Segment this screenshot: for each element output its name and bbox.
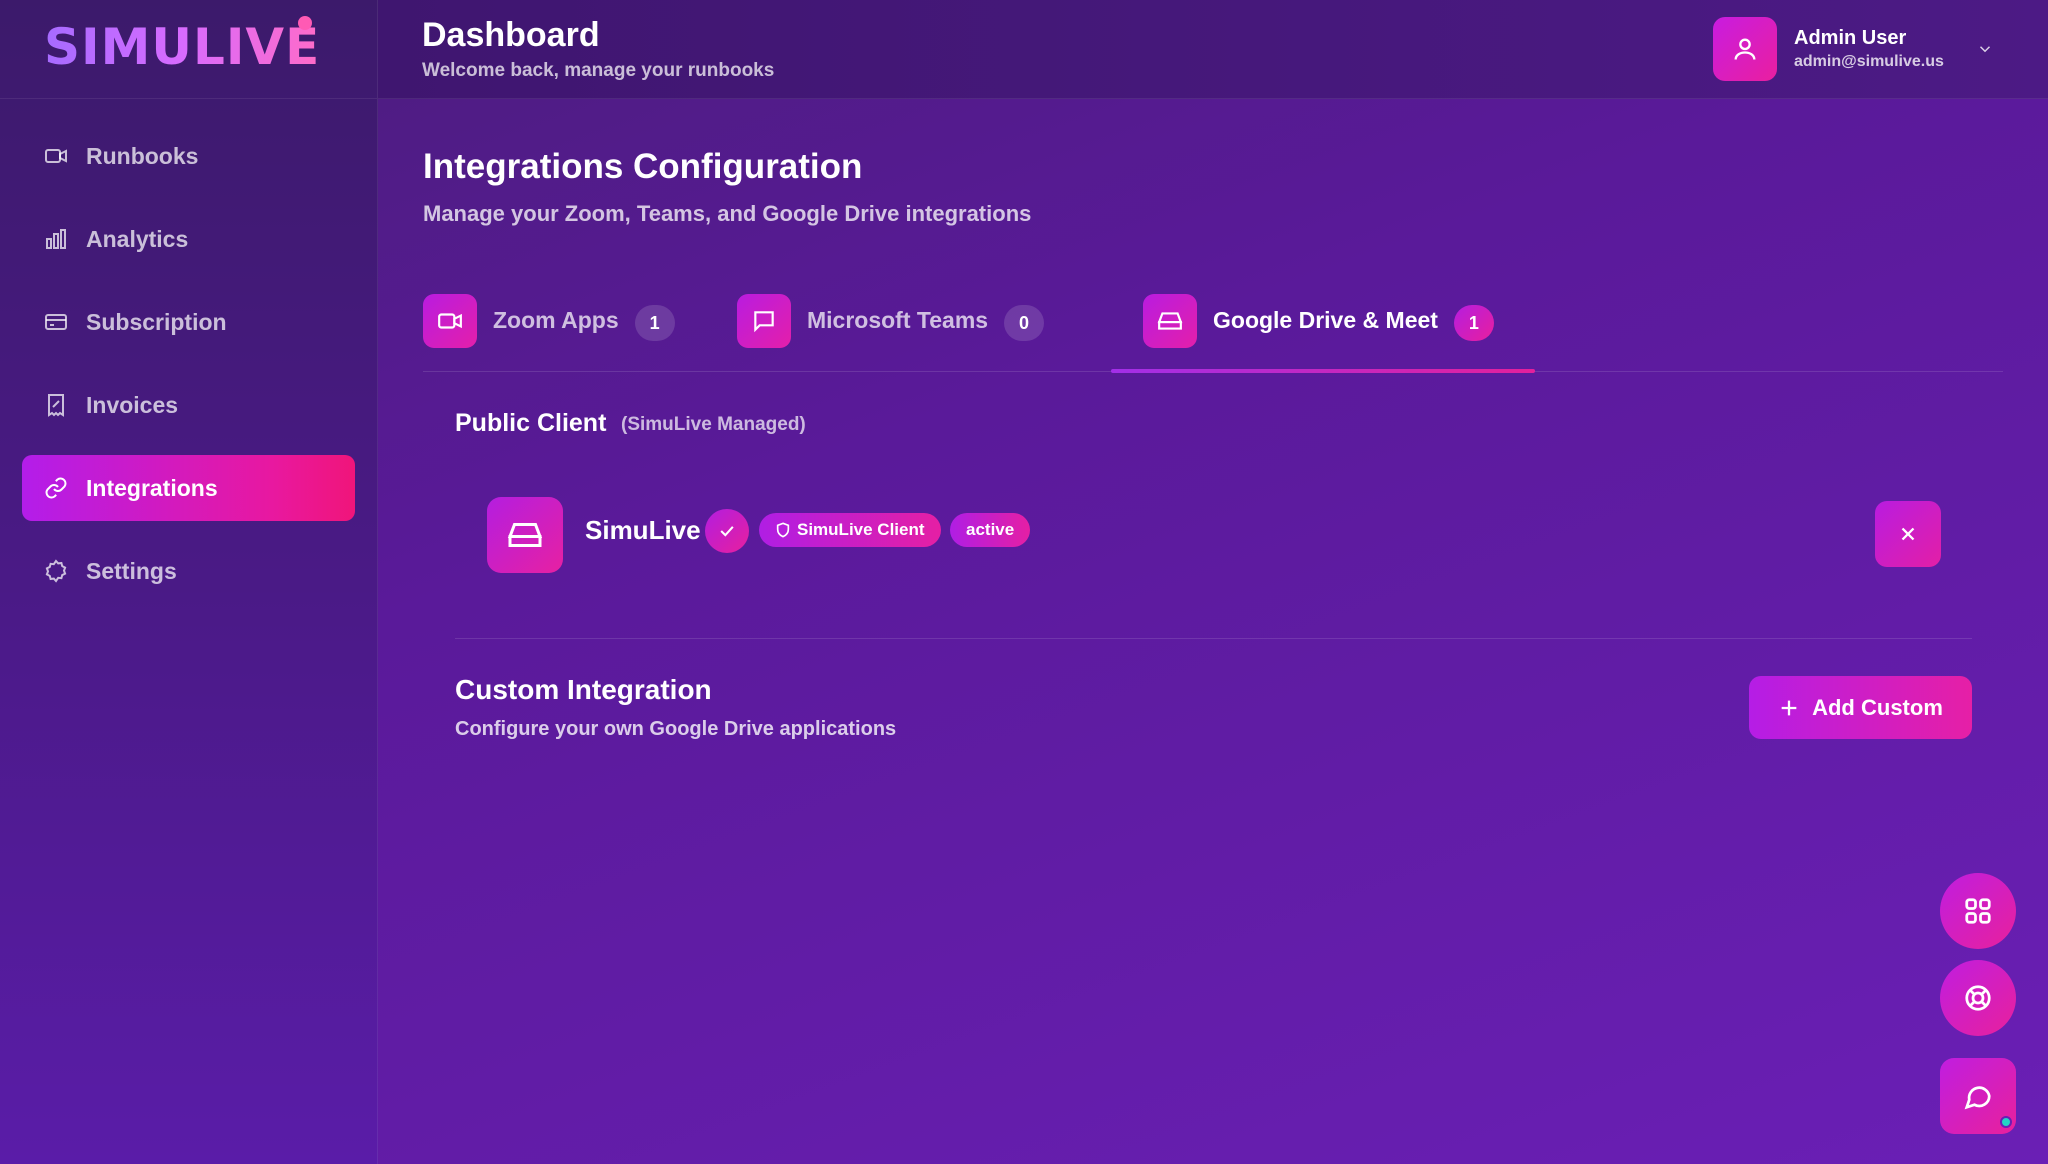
header-title: Dashboard [422, 16, 600, 54]
sidebar-item-label: Runbooks [86, 142, 199, 169]
hard-drive-icon [487, 497, 563, 573]
public-client-note: (SimuLive Managed) [621, 414, 806, 435]
custom-integration-subtitle: Configure your own Google Drive applicat… [455, 718, 897, 740]
video-icon [423, 294, 477, 348]
public-client-title: Public Client [455, 409, 607, 437]
sidebar-item-invoices[interactable]: Invoices [22, 372, 355, 438]
sidebar-item-runbooks[interactable]: Runbooks [22, 123, 355, 189]
tab-zoom-apps[interactable]: Zoom Apps 1 [423, 292, 675, 372]
sidebar: SIMULIVE Runbooks Analytics Subscription [0, 0, 378, 1164]
page-subtitle: Manage your Zoom, Teams, and Google Driv… [423, 201, 1032, 226]
client-name: SimuLive [585, 515, 701, 545]
tab-label: Google Drive & Meet [1213, 307, 1438, 333]
video-icon [44, 144, 68, 168]
user-email: admin@simulive.us [1794, 53, 1944, 70]
apps-fab-button[interactable] [1940, 873, 2016, 949]
integration-tabs: Zoom Apps 1 Microsoft Teams 0 Google Dri… [423, 292, 2003, 373]
sidebar-item-settings[interactable]: Settings [22, 538, 355, 604]
top-header: Dashboard Welcome back, manage your runb… [378, 0, 2048, 99]
tab-count-badge: 1 [634, 305, 675, 341]
sidebar-item-integrations[interactable]: Integrations [22, 455, 355, 521]
add-custom-button[interactable]: Add Custom [1749, 676, 1972, 739]
help-fab-button[interactable] [1940, 960, 2016, 1036]
grid-icon [1965, 898, 1991, 924]
sidebar-item-label: Settings [86, 557, 177, 584]
credit-card-icon [44, 310, 68, 334]
tab-microsoft-teams[interactable]: Microsoft Teams 0 [737, 292, 1045, 372]
bar-chart-icon [44, 227, 68, 251]
online-status-dot [2000, 1116, 2012, 1128]
sidebar-item-label: Invoices [86, 391, 179, 418]
section-divider [455, 638, 1972, 639]
lifebuoy-icon [1965, 985, 1991, 1011]
tab-count-badge: 0 [1004, 305, 1045, 341]
plus-icon [1781, 700, 1797, 715]
logo-area: SIMULIVE [0, 0, 377, 99]
add-custom-label: Add Custom [1812, 694, 1943, 720]
gear-icon [44, 559, 68, 583]
chat-bubble-icon [1964, 1086, 1991, 1110]
shield-icon [776, 522, 790, 538]
chevron-down-icon[interactable] [1976, 40, 1994, 58]
header-subtitle: Welcome back, manage your runbooks [422, 60, 775, 81]
user-avatar[interactable] [1713, 17, 1777, 81]
tab-label: Microsoft Teams [807, 307, 989, 333]
client-type-badge: SimuLive Client [759, 513, 941, 547]
user-name[interactable]: Admin User [1794, 27, 1906, 50]
check-icon [705, 509, 749, 553]
client-type-label: SimuLive Client [797, 520, 925, 539]
sidebar-nav: Runbooks Analytics Subscription Invoices… [0, 99, 377, 604]
user-icon [1734, 38, 1756, 60]
message-square-icon [737, 294, 791, 348]
sidebar-item-analytics[interactable]: Analytics [22, 206, 355, 272]
tab-label: Zoom Apps [493, 307, 619, 333]
logo-dot [298, 16, 312, 30]
custom-integration-title: Custom Integration [455, 674, 712, 705]
sidebar-item-label: Integrations [86, 474, 218, 501]
tab-count-badge: 1 [1453, 305, 1494, 341]
sidebar-item-subscription[interactable]: Subscription [22, 289, 355, 355]
main-content: Integrations Configuration Manage your Z… [378, 99, 2048, 1164]
close-icon [1901, 527, 1915, 541]
page-title: Integrations Configuration [423, 147, 863, 186]
link-icon [44, 476, 68, 500]
status-badge: active [950, 513, 1031, 547]
sidebar-item-label: Analytics [86, 225, 189, 252]
tab-google-drive-meet[interactable]: Google Drive & Meet 1 [1143, 292, 1494, 372]
sidebar-item-label: Subscription [86, 308, 227, 335]
active-tab-underline [1111, 369, 1535, 373]
remove-client-button[interactable] [1875, 501, 1941, 567]
status-label: active [966, 520, 1015, 539]
hard-drive-icon [1143, 294, 1197, 348]
logo[interactable]: SIMULIVE [44, 18, 320, 76]
receipt-icon [44, 393, 68, 417]
